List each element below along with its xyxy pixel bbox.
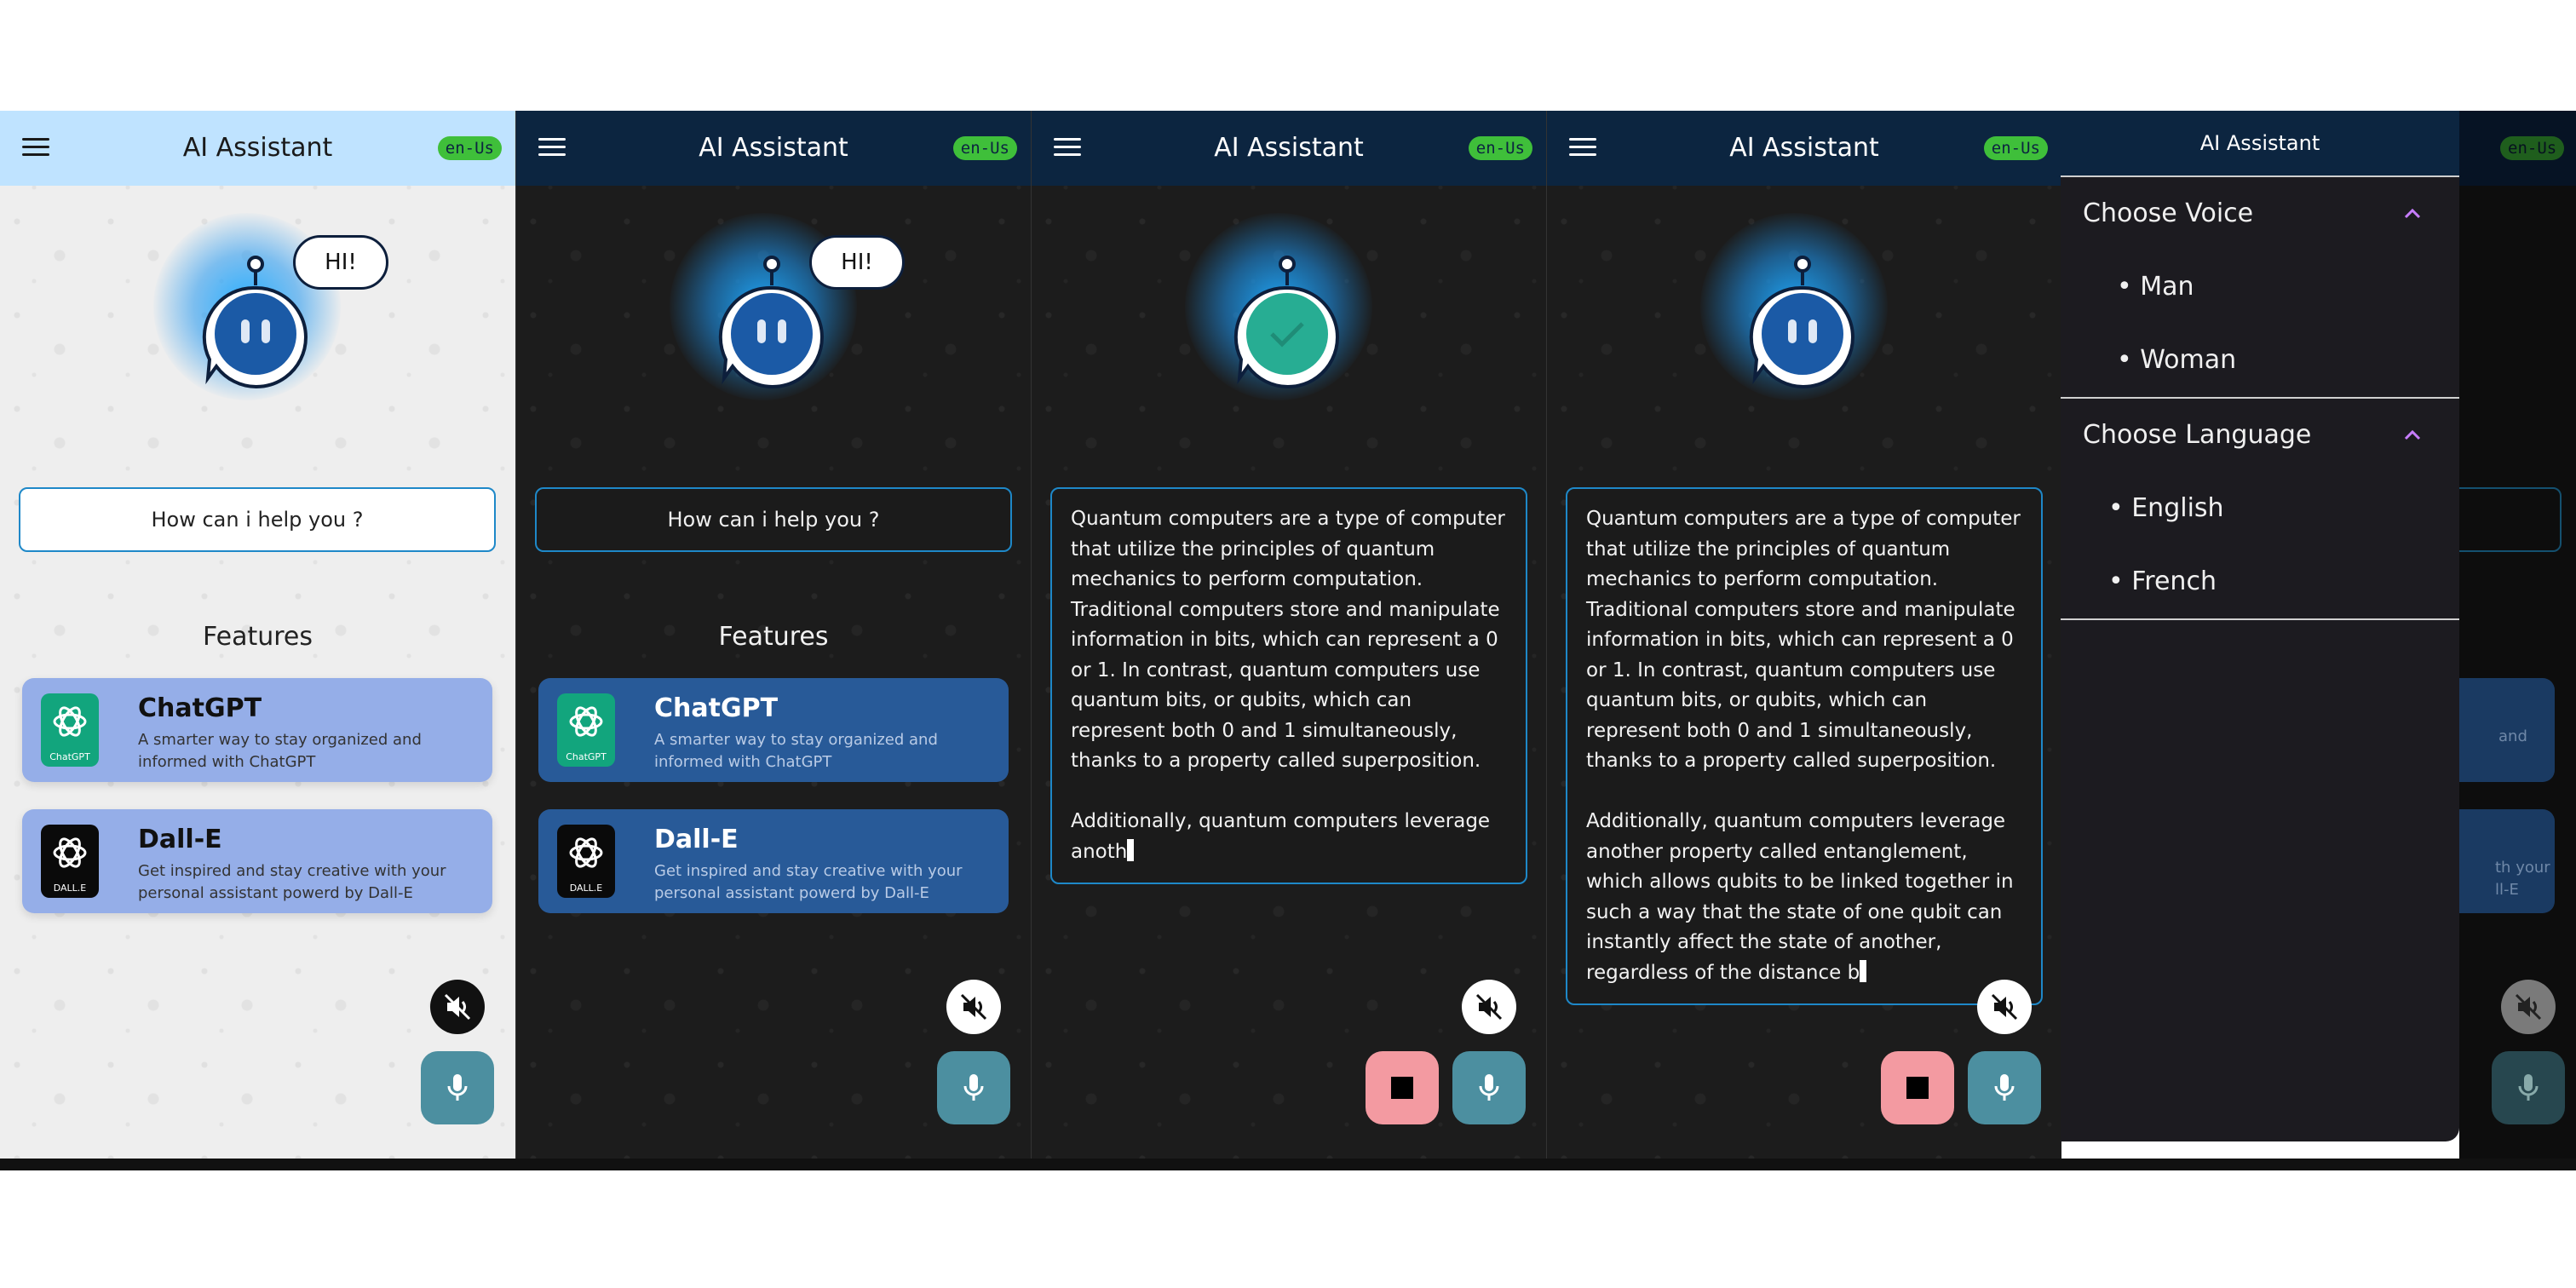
chevron-up-icon (2404, 429, 2421, 440)
feature-description: A smarter way to stay organized and info… (654, 731, 938, 771)
chevron-up-icon (2404, 208, 2421, 219)
drawer-title: AI Assistant (2061, 111, 2459, 177)
mic-button[interactable] (421, 1051, 494, 1124)
logo-caption: ChatGPT (566, 751, 607, 762)
mute-button[interactable] (430, 980, 485, 1034)
feature-card-dalle[interactable]: DALL.E Dall-E Get inspired and stay crea… (22, 809, 492, 913)
dimmed-app-bar: en-Us (2459, 111, 2576, 186)
volume-off-icon (2515, 993, 2542, 1021)
feature-description: Get inspired and stay creative with your… (138, 862, 446, 902)
voice-option-woman[interactable]: • Woman (2061, 324, 2459, 397)
feature-name: ChatGPT (138, 693, 262, 723)
stop-icon (1906, 1077, 1929, 1099)
choose-language-header[interactable]: Choose Language (2061, 399, 2459, 472)
language-chip[interactable]: en-Us (437, 136, 502, 160)
navigation-drawer: AI Assistant Choose Voice • Man • Woman … (2061, 111, 2459, 1141)
assistant-avatar (1692, 204, 1913, 426)
feature-card-chatgpt[interactable]: ChatGPT ChatGPT A smarter way to stay or… (22, 678, 492, 782)
robot-icon (1749, 256, 1854, 388)
screens-strip: AI Assistant en-Us HI! How can i help yo… (0, 111, 2576, 1170)
dimmed-card-text: th your (2495, 859, 2550, 877)
features-heading: Features (203, 622, 313, 652)
microphone-icon (1994, 1074, 2015, 1101)
app-bar: AI Assistant en-Us (0, 111, 515, 186)
divider (2061, 618, 2459, 620)
mic-button[interactable] (937, 1051, 1010, 1124)
response-text: Quantum computers are a type of computer… (1566, 487, 2043, 1005)
text-cursor (1860, 959, 1867, 982)
feature-description: Get inspired and stay creative with your… (654, 862, 963, 902)
choose-language-label: Choose Language (2083, 420, 2312, 450)
chatgpt-logo-icon: ChatGPT (41, 693, 99, 767)
app-bar: AI Assistant en-Us (1032, 111, 1546, 186)
text-cursor (1127, 838, 1135, 861)
stop-button[interactable] (1881, 1051, 1954, 1124)
screen-response-typing: AI Assistant en-Us Quantum computers are… (1031, 111, 1546, 1159)
microphone-icon (1479, 1074, 1499, 1101)
feature-name: Dall-E (138, 825, 222, 854)
assistant-avatar: HI! (145, 204, 388, 426)
dimmed-background[interactable]: en-Us and th your ll-E (2442, 111, 2576, 1159)
app-bar: AI Assistant en-Us (516, 111, 1031, 186)
microphone-icon (963, 1074, 984, 1101)
volume-off-icon (1475, 993, 1503, 1021)
dalle-logo-icon: DALL.E (41, 825, 99, 898)
mute-button[interactable] (946, 980, 1001, 1034)
feature-name: ChatGPT (654, 693, 779, 723)
microphone-icon (447, 1074, 468, 1101)
mic-button (2492, 1051, 2565, 1124)
response-text: Quantum computers are a type of computer… (1050, 487, 1527, 884)
logo-caption: DALL.E (569, 883, 603, 894)
choose-voice-header[interactable]: Choose Voice (2061, 177, 2459, 250)
feature-name: Dall-E (654, 825, 739, 854)
language-chip[interactable]: en-Us (952, 136, 1017, 160)
dalle-logo-icon: DALL.E (557, 825, 615, 898)
greeting-bubble: HI! (809, 235, 905, 290)
dimmed-card-text: and (2498, 727, 2527, 745)
stop-icon (1391, 1077, 1413, 1099)
mute-button[interactable] (1977, 980, 2032, 1034)
logo-caption: ChatGPT (49, 751, 90, 762)
check-robot-icon (1233, 256, 1339, 388)
feature-card-dalle[interactable]: DALL.E Dall-E Get inspired and stay crea… (538, 809, 1009, 913)
chatgpt-logo-icon: ChatGPT (557, 693, 615, 767)
microphone-icon (2518, 1074, 2539, 1101)
choose-voice-label: Choose Voice (2083, 198, 2254, 228)
bottom-edge (0, 1159, 2576, 1170)
dimmed-card-text: ll-E (2495, 881, 2519, 899)
volume-off-icon (444, 993, 471, 1021)
mic-button[interactable] (1452, 1051, 1526, 1124)
volume-off-icon (960, 993, 987, 1021)
app-bar: AI Assistant en-Us (1547, 111, 2061, 186)
language-chip[interactable]: en-Us (1468, 136, 1532, 160)
language-chip: en-Us (2500, 136, 2565, 160)
assistant-avatar: HI! (661, 204, 905, 426)
feature-description: A smarter way to stay organized and info… (138, 731, 422, 771)
feature-card-chatgpt[interactable]: ChatGPT ChatGPT A smarter way to stay or… (538, 678, 1009, 782)
logo-caption: DALL.E (53, 883, 87, 894)
voice-option-man[interactable]: • Man (2061, 250, 2459, 324)
mute-button (2501, 980, 2556, 1034)
mute-button[interactable] (1462, 980, 1516, 1034)
response-body: Quantum computers are a type of computer… (1586, 508, 2021, 984)
features-heading: Features (718, 622, 829, 652)
assistant-avatar (1176, 204, 1398, 426)
dimmed-prompt-field (2442, 487, 2562, 552)
language-option-english[interactable]: • English (2061, 472, 2459, 545)
greeting-bubble: HI! (293, 235, 388, 290)
prompt-field[interactable]: How can i help you ? (19, 487, 496, 552)
screen-home-dark: AI Assistant en-Us HI! How can i help yo… (515, 111, 1031, 1159)
volume-off-icon (1991, 993, 2018, 1021)
screen-response-long: AI Assistant en-Us Quantum computers are… (1546, 111, 2061, 1159)
language-option-french[interactable]: • French (2061, 545, 2459, 618)
stop-button[interactable] (1366, 1051, 1439, 1124)
screen-home-light: AI Assistant en-Us HI! How can i help yo… (0, 111, 515, 1159)
response-body: Quantum computers are a type of computer… (1071, 508, 1505, 863)
mic-button[interactable] (1968, 1051, 2041, 1124)
screen-settings-drawer: en-Us and th your ll-E AI Assistant Choos… (2061, 111, 2576, 1159)
prompt-field[interactable]: How can i help you ? (535, 487, 1012, 552)
language-chip[interactable]: en-Us (1983, 136, 2048, 160)
